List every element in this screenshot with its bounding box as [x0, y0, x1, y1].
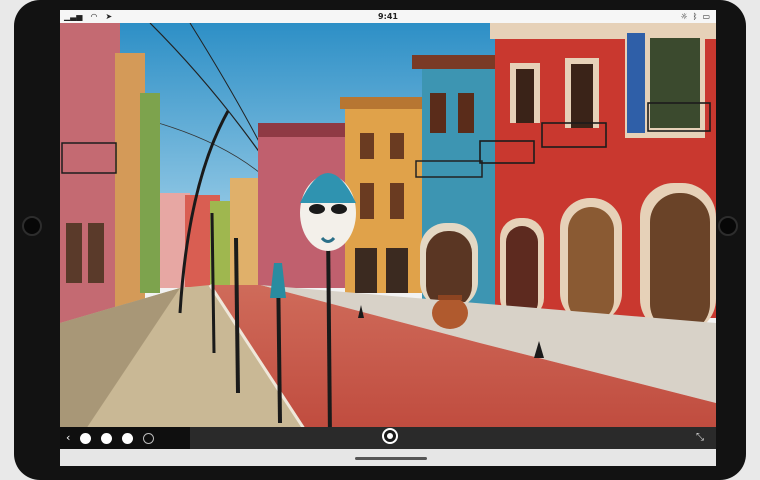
- street-scene-image: [60, 23, 716, 438]
- home-area: [60, 449, 716, 466]
- battery-icon: ▭: [702, 12, 710, 21]
- bottom-toolbar: ‹ ⤡: [60, 427, 716, 449]
- status-time: 9:41: [378, 12, 398, 21]
- page-dot[interactable]: [101, 432, 113, 444]
- bluetooth-icon: ᛒ: [692, 12, 698, 21]
- expand-icon[interactable]: ⤡: [696, 427, 704, 449]
- screen: ▁▃▅ ◠ ➤ 9:41 ☼ ᛒ ▭ ‹ ⤡: [60, 10, 716, 466]
- status-bar: ▁▃▅ ◠ ➤ 9:41 ☼ ᛒ ▭: [60, 10, 716, 23]
- home-indicator[interactable]: [355, 457, 427, 460]
- record-button[interactable]: [382, 428, 398, 444]
- camera-icon: [718, 216, 738, 236]
- status-icons-right: ☼ ᛒ ▭: [680, 10, 710, 23]
- page-dot[interactable]: [122, 432, 134, 444]
- camera-icon: [22, 216, 42, 236]
- toolbar-controls: ‹: [60, 427, 190, 449]
- tablet-frame: ▁▃▅ ◠ ➤ 9:41 ☼ ᛒ ▭ ‹ ⤡: [14, 0, 746, 480]
- brightness-icon: ☼: [680, 12, 688, 21]
- page-dot[interactable]: [80, 432, 92, 444]
- page-dot[interactable]: [143, 432, 155, 444]
- back-button[interactable]: ‹: [66, 427, 70, 449]
